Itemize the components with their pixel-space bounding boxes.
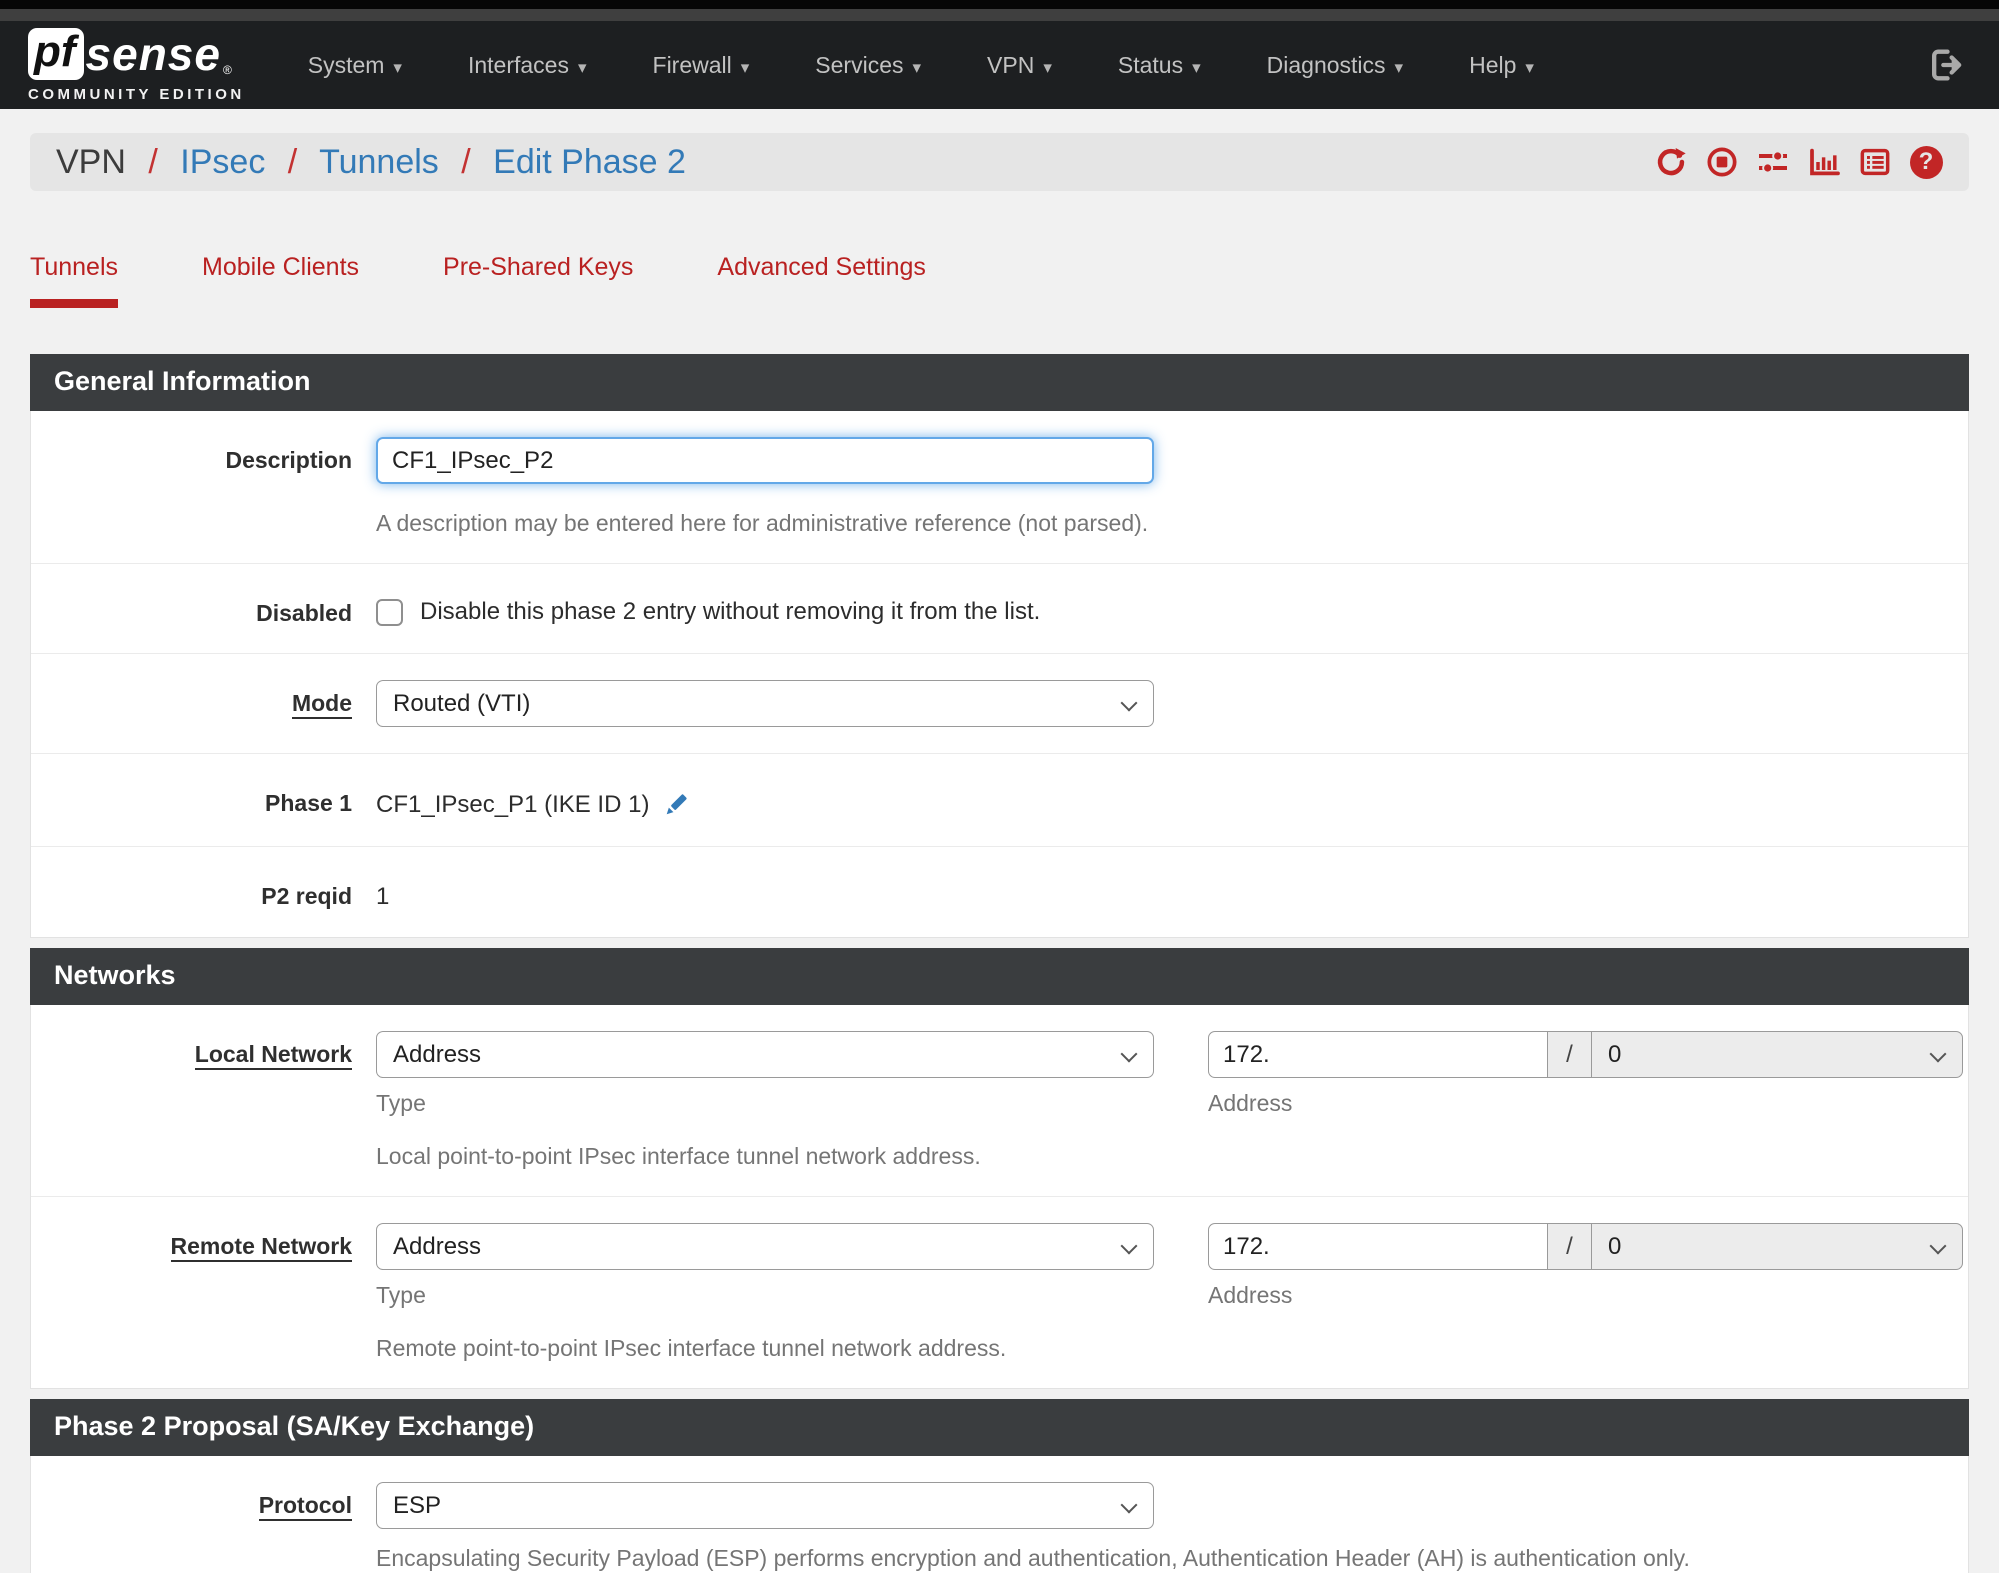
phase1-value: CF1_IPsec_P1 (IKE ID 1) (376, 791, 650, 818)
logo-pf-box: pf (28, 28, 84, 80)
mode-label: Mode (31, 680, 376, 727)
p2reqid-label: P2 reqid (261, 883, 352, 909)
nav-item-services[interactable]: Services (782, 38, 954, 93)
phase1-row: Phase 1 CF1_IPsec_P1 (IKE ID 1) (31, 754, 1968, 847)
breadcrumb-separator: / (148, 142, 158, 181)
navbar-menu: System Interfaces Firewall Services VPN … (275, 38, 1567, 93)
protocol-label: Protocol (31, 1482, 376, 1572)
logo-subtitle: COMMUNITY EDITION (28, 86, 245, 103)
section-tabs: Tunnels Mobile Clients Pre-Shared Keys A… (30, 253, 1969, 308)
nav-item-system[interactable]: System (275, 38, 435, 93)
remote-network-description: Remote point-to-point IPsec interface tu… (376, 1335, 1007, 1361)
remote-network-address-help: Address (1208, 1282, 1293, 1308)
nav-item-diagnostics[interactable]: Diagnostics (1234, 38, 1436, 93)
panel-title-networks: Networks (30, 948, 1969, 1005)
remote-network-prefix-select[interactable]: 0 (1591, 1223, 1963, 1270)
local-network-address-input[interactable] (1208, 1031, 1547, 1078)
description-input[interactable] (376, 437, 1154, 484)
breadcrumb: VPN / IPsec / Tunnels / Edit Phase 2 (56, 143, 686, 182)
breadcrumb-separator: / (461, 142, 471, 181)
remote-network-type-select[interactable]: Address (376, 1223, 1154, 1270)
remote-network-address-input[interactable] (1208, 1223, 1547, 1270)
pfsense-logo[interactable]: pf sense ® COMMUNITY EDITION (28, 27, 245, 103)
stop-icon[interactable] (1705, 145, 1739, 179)
description-row: Description A description may be entered… (31, 411, 1968, 564)
chevron-down-icon (1120, 1045, 1138, 1063)
breadcrumb-link-edit-phase-2[interactable]: Edit Phase 2 (493, 143, 686, 181)
remote-network-type-help: Type (376, 1282, 426, 1308)
local-network-address-help: Address (1208, 1090, 1293, 1116)
window-title-strip (0, 9, 1999, 21)
breadcrumb-link-ipsec[interactable]: IPsec (180, 143, 265, 181)
pencil-icon[interactable] (661, 790, 691, 820)
panel-title-general-information: General Information (30, 354, 1969, 411)
local-network-row: Local Network Address / 0 (31, 1005, 1968, 1197)
protocol-select[interactable]: ESP (376, 1482, 1154, 1529)
chevron-down-icon (1929, 1237, 1947, 1255)
logo-registered-mark: ® (222, 63, 232, 77)
sign-out-icon[interactable] (1925, 45, 1965, 85)
local-network-label: Local Network (31, 1031, 376, 1170)
mode-row: Mode Routed (VTI) (31, 654, 1968, 754)
protocol-row: Protocol ESP Encapsulating Security Payl… (31, 1456, 1968, 1573)
chevron-down-icon (1120, 1496, 1138, 1514)
local-network-type-help: Type (376, 1090, 426, 1116)
tab-tunnels[interactable]: Tunnels (30, 253, 119, 308)
nav-item-interfaces[interactable]: Interfaces (435, 38, 620, 93)
address-slash-addon: / (1547, 1031, 1591, 1078)
main-navbar: pf sense ® COMMUNITY EDITION System Inte… (0, 21, 1999, 109)
breadcrumb-section: VPN (56, 142, 126, 181)
phase2-proposal-panel: Phase 2 Proposal (SA/Key Exchange) Proto… (30, 1399, 1969, 1573)
networks-panel: Networks Local Network Address / (30, 948, 1969, 1389)
p2reqid-value: 1 (376, 883, 390, 910)
refresh-icon[interactable] (1654, 145, 1688, 179)
mode-select[interactable]: Routed (VTI) (376, 680, 1154, 727)
local-network-prefix-select[interactable]: 0 (1591, 1031, 1963, 1078)
description-help: A description may be entered here for ad… (376, 510, 1149, 536)
phase1-label: Phase 1 (265, 790, 352, 816)
address-slash-addon: / (1547, 1223, 1591, 1270)
local-network-description: Local point-to-point IPsec interface tun… (376, 1143, 981, 1169)
sliders-icon[interactable] (1756, 145, 1790, 179)
chevron-down-icon (1929, 1045, 1947, 1063)
breadcrumb-link-tunnels[interactable]: Tunnels (319, 143, 439, 181)
panel-title-phase2-proposal: Phase 2 Proposal (SA/Key Exchange) (30, 1399, 1969, 1456)
description-label: Description (225, 447, 352, 473)
chevron-down-icon (1120, 1237, 1138, 1255)
remote-network-label: Remote Network (31, 1223, 376, 1362)
nav-item-status[interactable]: Status (1085, 38, 1234, 93)
general-information-panel: General Information Description A descri… (30, 354, 1969, 938)
disabled-row: Disabled ✓ Disable this phase 2 entry wi… (31, 564, 1968, 654)
p2reqid-row: P2 reqid 1 (31, 847, 1968, 937)
protocol-help: Encapsulating Security Payload (ESP) per… (376, 1545, 1690, 1571)
breadcrumb-bar: VPN / IPsec / Tunnels / Edit Phase 2 ? (30, 133, 1969, 191)
nav-item-vpn[interactable]: VPN (954, 38, 1085, 93)
chart-bar-icon[interactable] (1807, 145, 1841, 179)
tab-advanced-settings[interactable]: Advanced Settings (717, 253, 925, 308)
help-icon[interactable]: ? (1909, 145, 1943, 179)
nav-item-help[interactable]: Help (1436, 38, 1567, 93)
disabled-checkbox-label: Disable this phase 2 entry without remov… (420, 598, 1041, 625)
remote-network-row: Remote Network Address / 0 (31, 1197, 1968, 1388)
tab-pre-shared-keys[interactable]: Pre-Shared Keys (443, 253, 633, 308)
breadcrumb-separator: / (287, 142, 298, 181)
nav-item-firewall[interactable]: Firewall (620, 38, 783, 93)
disabled-label: Disabled (256, 600, 352, 626)
window-top-strip (0, 0, 1999, 9)
chevron-down-icon (1120, 694, 1138, 712)
logo-sense-text: sense (85, 28, 221, 80)
page-action-icons: ? (1654, 145, 1943, 179)
tab-mobile-clients[interactable]: Mobile Clients (202, 253, 359, 308)
local-network-type-select[interactable]: Address (376, 1031, 1154, 1078)
log-icon[interactable] (1858, 145, 1892, 179)
disabled-checkbox[interactable]: ✓ (376, 598, 403, 626)
